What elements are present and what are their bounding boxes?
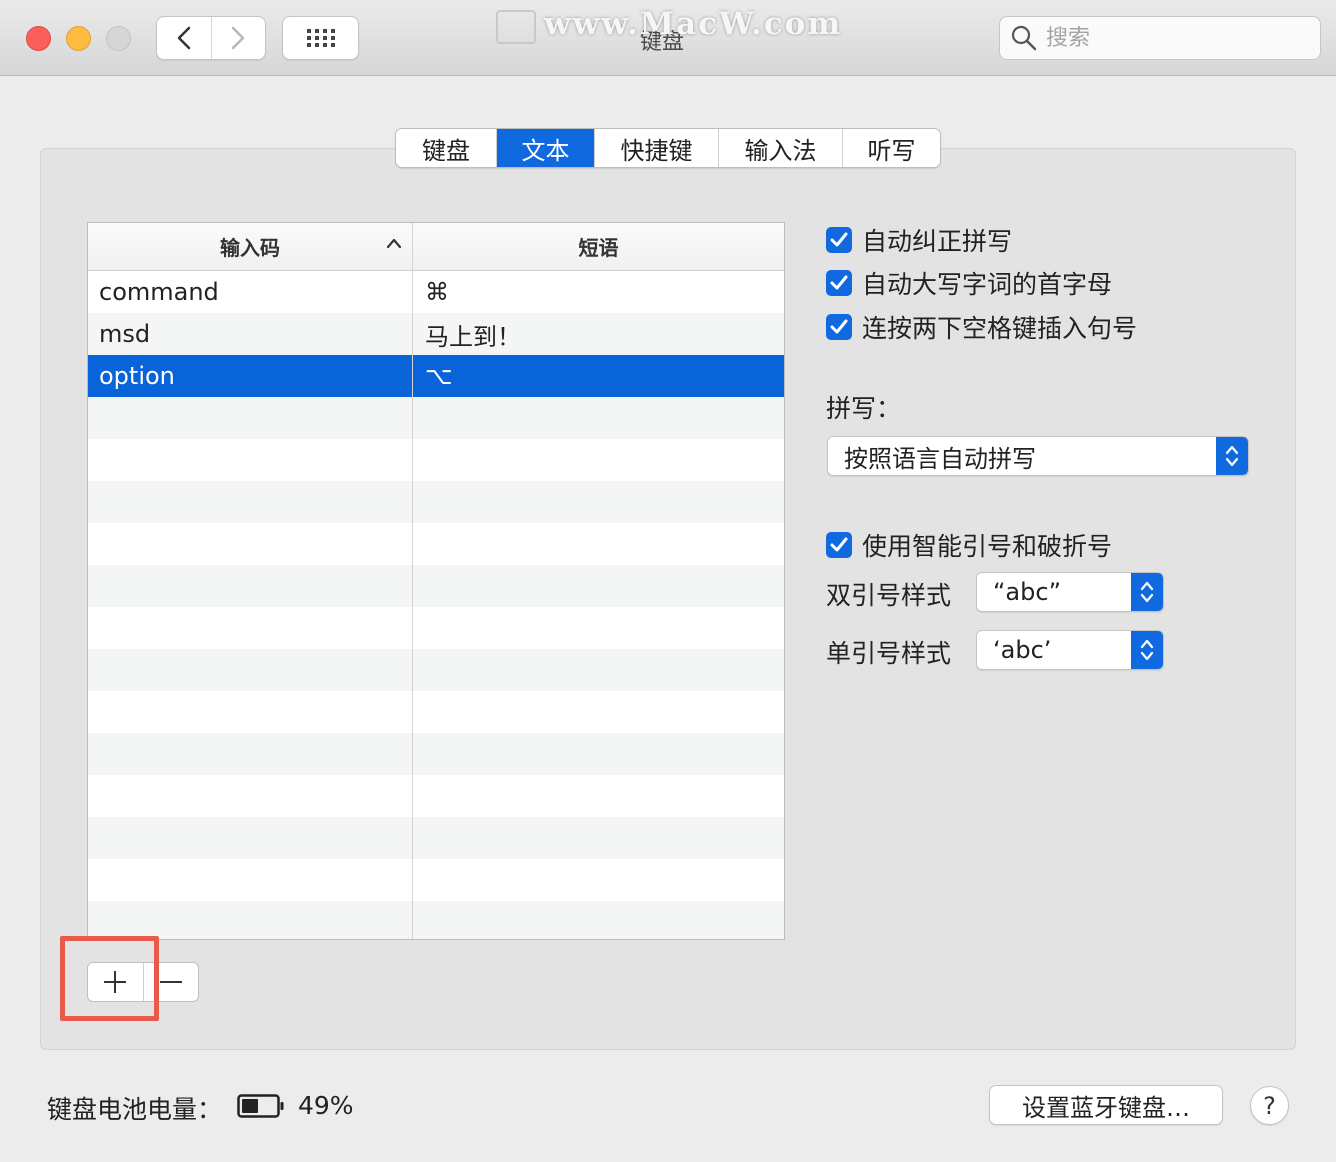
empty-row <box>88 607 784 649</box>
smart-quotes-checkbox[interactable] <box>826 532 852 558</box>
double-quote-value: “abc” <box>993 578 1062 606</box>
double-quote-popup[interactable]: “abc” <box>976 572 1164 612</box>
empty-row <box>88 733 784 775</box>
add-remove-buttons <box>87 962 199 1002</box>
watermark-text: www.MacW.com <box>544 6 843 42</box>
watermark-logo <box>496 10 536 44</box>
updown-arrows-icon <box>1131 573 1163 611</box>
empty-row <box>88 565 784 607</box>
table-header: 输入码 短语 <box>88 223 784 271</box>
title-bar: 键盘 www.MacW.com <box>0 0 1336 76</box>
double-space-period-checkbox[interactable] <box>826 314 852 340</box>
auto-capitalize-label: 自动大写字词的首字母 <box>862 270 1113 299</box>
empty-row <box>88 691 784 733</box>
search-field[interactable] <box>999 16 1321 60</box>
checkmark-icon <box>830 232 848 247</box>
checkmark-icon <box>830 537 848 552</box>
column-header-with[interactable]: 短语 <box>413 223 784 270</box>
smart-quotes-label: 使用智能引号和破折号 <box>862 532 1113 561</box>
single-quote-value: ‘abc’ <box>993 636 1052 664</box>
double-space-period-option[interactable]: 连按两下空格键插入句号 <box>826 309 1137 345</box>
minimize-window-button[interactable] <box>66 26 91 51</box>
double-space-period-label: 连按两下空格键插入句号 <box>862 314 1138 343</box>
tab-keyboard[interactable]: 键盘 <box>396 129 496 167</box>
minus-icon <box>159 981 182 983</box>
empty-row <box>88 439 784 481</box>
auto-correct-option[interactable]: 自动纠正拼写 <box>826 222 1012 258</box>
battery-percentage: 49% <box>298 1091 354 1120</box>
table-cell-phrase: ⌥ <box>425 362 453 390</box>
table-cell-code: command <box>88 271 413 313</box>
chevron-left-icon <box>177 26 190 50</box>
battery-label: 键盘电池电量： <box>47 1095 223 1124</box>
checkmark-icon <box>830 275 848 290</box>
text-replacement-table: 输入码 短语 command ⌘ msd 马上到！ option ⌥ <box>87 222 785 940</box>
search-icon <box>1011 25 1037 51</box>
column-header-replace[interactable]: 输入码 <box>88 223 413 270</box>
back-button[interactable] <box>157 17 211 59</box>
checkmark-icon <box>830 319 848 334</box>
auto-correct-label: 自动纠正拼写 <box>862 227 1013 256</box>
auto-correct-checkbox[interactable] <box>826 227 852 253</box>
tab-bar: 键盘 文本 快捷键 输入法 听写 <box>395 128 941 168</box>
show-all-button[interactable] <box>282 16 359 60</box>
zoom-window-button[interactable] <box>106 26 131 51</box>
tab-text[interactable]: 文本 <box>496 129 594 167</box>
table-row-selected[interactable]: option ⌥ <box>88 355 784 397</box>
table-cell-code: option <box>88 355 413 397</box>
updown-arrows-icon <box>1216 437 1248 475</box>
empty-row <box>88 481 784 523</box>
navigation-buttons <box>156 16 266 60</box>
add-button[interactable] <box>88 963 143 1001</box>
table-row[interactable]: msd 马上到！ <box>88 313 784 355</box>
spelling-popup[interactable]: 按照语言自动拼写 <box>827 436 1249 476</box>
empty-row <box>88 817 784 859</box>
spelling-label: 拼写： <box>826 394 902 423</box>
plus-icon <box>104 971 127 993</box>
empty-row <box>88 901 784 939</box>
table-cell-phrase: ⌘ <box>425 278 449 306</box>
table-cell-phrase: 马上到！ <box>425 322 521 351</box>
auto-capitalize-checkbox[interactable] <box>826 270 852 296</box>
smart-quotes-option[interactable]: 使用智能引号和破折号 <box>826 527 1112 563</box>
search-input[interactable] <box>1046 25 1306 51</box>
empty-row <box>88 859 784 901</box>
spelling-value: 按照语言自动拼写 <box>844 444 1036 473</box>
column-header-label: 输入码 <box>220 236 280 260</box>
tab-shortcuts[interactable]: 快捷键 <box>594 129 718 167</box>
help-button[interactable]: ? <box>1250 1086 1289 1125</box>
table-row[interactable]: command ⌘ <box>88 271 784 313</box>
forward-button[interactable] <box>210 17 266 59</box>
tab-dictation[interactable]: 听写 <box>842 129 940 167</box>
double-quote-label: 双引号样式 <box>826 581 952 610</box>
table-body: command ⌘ msd 马上到！ option ⌥ <box>88 271 784 939</box>
empty-row <box>88 649 784 691</box>
empty-row <box>88 397 784 439</box>
single-quote-popup[interactable]: ‘abc’ <box>976 630 1164 670</box>
close-window-button[interactable] <box>26 26 51 51</box>
setup-bluetooth-keyboard-button[interactable]: 设置蓝牙键盘… <box>989 1085 1223 1125</box>
battery-icon <box>237 1094 284 1118</box>
single-quote-label: 单引号样式 <box>826 639 952 668</box>
table-cell-code: msd <box>88 313 413 355</box>
column-header-label: 短语 <box>578 236 619 260</box>
empty-row <box>88 523 784 565</box>
remove-button[interactable] <box>142 963 199 1001</box>
empty-row <box>88 775 784 817</box>
updown-arrows-icon <box>1131 631 1163 669</box>
tab-input-sources[interactable]: 输入法 <box>718 129 842 167</box>
sort-ascending-icon <box>386 238 402 249</box>
chevron-right-icon <box>232 26 245 50</box>
grid-icon <box>306 29 335 47</box>
auto-capitalize-option[interactable]: 自动大写字词的首字母 <box>826 265 1112 301</box>
